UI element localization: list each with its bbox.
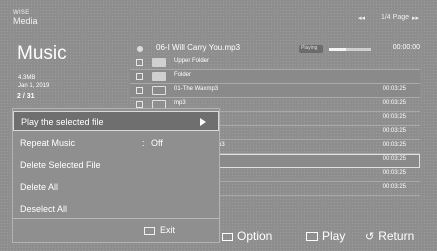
page-next-icon[interactable]: ▸▸ (412, 14, 419, 22)
folder-title: Music (17, 43, 67, 64)
menu-item-value: Off (151, 138, 163, 148)
menu-item-label: Delete Selected File (20, 160, 101, 170)
now-playing-icon (137, 46, 143, 52)
now-playing-progress (329, 48, 371, 51)
top-bar: WISE Media ◂◂ 1/4 Page ▸▸ (0, 0, 437, 30)
breadcrumb-media: Media (13, 16, 38, 26)
menu-exit-bar[interactable]: Exit (12, 218, 220, 243)
breadcrumb: WISE Media (13, 10, 38, 26)
file-duration: 00:03:25 (382, 142, 406, 148)
file-duration: 00:03:25 (382, 184, 406, 190)
page-indicator: 1/4 Page (380, 14, 409, 21)
menu-item-label: Repeat Music (20, 138, 76, 148)
file-count: 2 / 31 (17, 93, 35, 100)
file-duration: 00:03:25 (382, 156, 406, 162)
now-playing-progress-fill (329, 48, 346, 51)
file-duration: 00:03:25 (382, 86, 406, 92)
menu-arrow-icon (200, 118, 206, 126)
file-row[interactable]: Folder (130, 70, 420, 84)
bottom-control-bar: Option Play ↺ Return (222, 226, 432, 246)
menu-item-label: Delete All (20, 182, 59, 192)
file-duration: 00:03:25 (382, 170, 406, 176)
file-row[interactable]: 01-The Waxmp3 00:03:25 (130, 84, 420, 98)
folder-date: Jan 1, 2019 (18, 83, 50, 89)
option-button[interactable]: Option (222, 226, 272, 246)
return-icon: ↺ (365, 230, 375, 243)
file-name: 01-The Waxmp3 (174, 86, 219, 92)
tools-icon (222, 232, 233, 241)
menu-item-delete-selected[interactable]: Delete Selected File (13, 155, 219, 175)
checkbox-icon[interactable] (136, 101, 143, 108)
menu-item-play-selected[interactable]: Play the selected file (13, 111, 219, 131)
file-duration: 00:03:25 (382, 114, 406, 120)
file-duration: 00:03:25 (382, 100, 406, 106)
checkbox-icon[interactable] (136, 73, 143, 80)
folder-size: 4.3MB (18, 75, 36, 81)
play-label: Play (322, 229, 346, 243)
now-playing-title: 06-I Will Carry You.mp3 (156, 43, 241, 52)
enter-icon (306, 232, 318, 242)
menu-item-colon: : (142, 138, 145, 148)
media-play-screen: WISE Media ◂◂ 1/4 Page ▸▸ Music 4.3MB Ja… (0, 0, 437, 251)
menu-item-label: Play the selected file (21, 117, 104, 127)
return-button[interactable]: ↺ Return (365, 226, 414, 247)
file-name: Upper Folder (174, 58, 210, 64)
menu-item-label: Deselect All (20, 204, 68, 214)
exit-label: Exit (160, 225, 176, 235)
folder-icon (152, 72, 166, 81)
menu-item-delete-all[interactable]: Delete All (13, 177, 219, 197)
file-name: Folder (174, 72, 192, 78)
file-row[interactable]: Upper Folder (130, 56, 420, 70)
file-duration: 00:03:25 (382, 128, 406, 134)
now-playing-time: 00:00:00 (392, 44, 420, 51)
exit-icon (144, 227, 155, 235)
page-prev-icon[interactable]: ◂◂ (358, 14, 365, 22)
music-file-icon (152, 86, 166, 95)
menu-item-deselect-all[interactable]: Deselect All (13, 199, 219, 219)
file-name: mp3 (174, 100, 186, 106)
menu-item-repeat-music[interactable]: Repeat Music : Off (13, 133, 219, 153)
checkbox-icon[interactable] (136, 87, 143, 94)
option-label: Option (237, 229, 273, 243)
now-playing-badge-text: Playing (301, 45, 318, 51)
folder-icon (152, 58, 166, 67)
return-label: Return (378, 229, 415, 243)
play-button[interactable]: Play (306, 226, 345, 246)
checkbox-icon[interactable] (136, 59, 143, 66)
